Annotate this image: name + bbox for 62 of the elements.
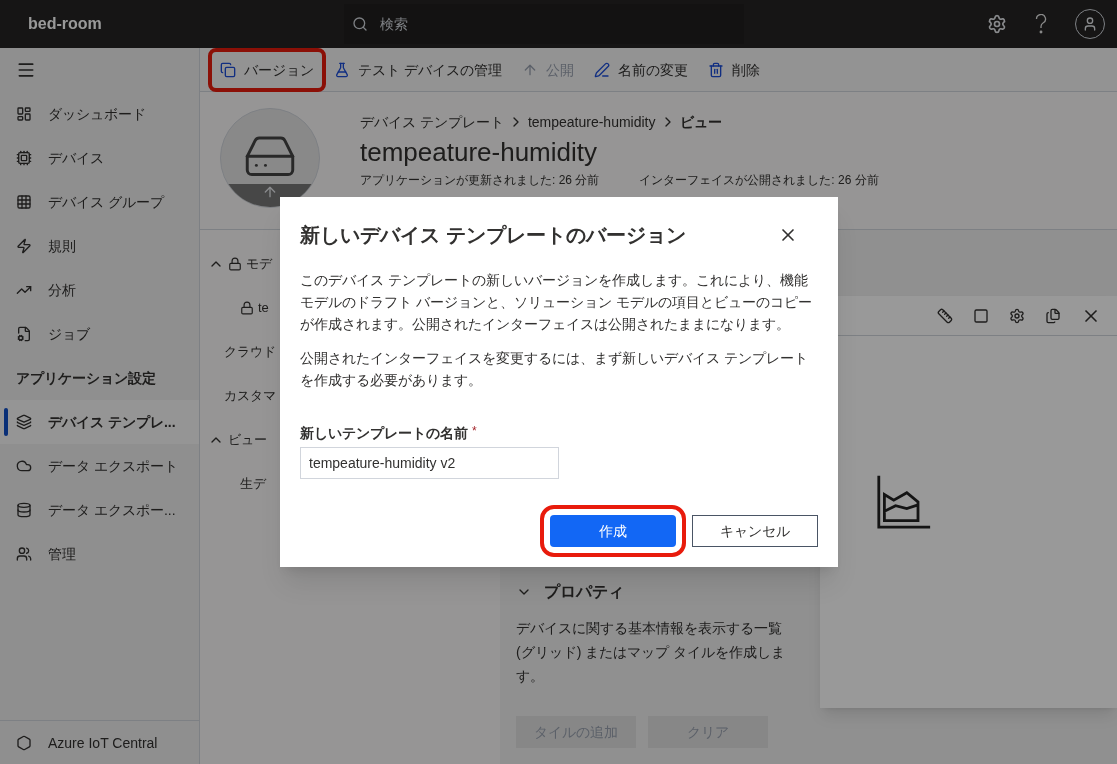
user-icon (1082, 16, 1098, 32)
toolbar-button[interactable]: テスト デバイスの管理 (326, 51, 510, 88)
nav-icon (16, 194, 32, 210)
nav-icon (16, 106, 32, 122)
nav-icon (16, 238, 32, 254)
search-icon (352, 16, 368, 32)
sidebar-item[interactable]: デバイス グループ (0, 180, 199, 224)
breadcrumb-item[interactable]: tempeature-humidity (527, 112, 656, 132)
sidebar-item[interactable]: ダッシュボード (0, 92, 199, 136)
search-field[interactable]: 検索 (376, 8, 736, 40)
field-label: 新しいテンプレートの名前 (300, 424, 468, 443)
ruler-icon[interactable] (937, 307, 953, 324)
meta-text: アプリケーションが更新されました: 26 分前 (360, 172, 600, 188)
nav-icon (16, 546, 32, 562)
sidebar-item[interactable]: 管理 (0, 532, 199, 576)
name-field[interactable]: tempeature-humidity v2 (300, 447, 559, 479)
app-name: bed-room (28, 14, 103, 34)
nav-icon (16, 326, 32, 342)
dialog-text: このデバイス テンプレートの新しいバージョンを作成します。これにより、機能モデルのドラフト バージョンと、ソリューション モデルの項目とビューのコピーが作成されます。公開されたインターフェイスは公開されたままになります。 (300, 271, 813, 334)
dialog-title: 新しいデバイス テンプレートのバージョン (300, 223, 686, 248)
hexagon-icon (16, 734, 32, 751)
required-mark: * (472, 423, 477, 439)
settings-icon[interactable] (1009, 307, 1025, 324)
sidebar-item[interactable]: 規則 (0, 224, 199, 268)
copy-icon[interactable] (1045, 307, 1061, 324)
sidebar-item[interactable]: 分析 (0, 268, 199, 312)
section-heading: プロパティ (544, 582, 624, 602)
sidebar-heading: アプリケーション設定 (15, 369, 157, 388)
cancel-button[interactable]: キャンセル (692, 515, 818, 547)
tree-item[interactable]: クラウド (224, 342, 276, 362)
dialog-text: 公開されたインターフェイスを変更するには、まず新しいデバイス テンプレートを作成する必要があります。 (300, 349, 809, 390)
area-chart-icon (876, 474, 932, 530)
trash-icon (707, 61, 724, 78)
toolbar-button[interactable]: 削除 (699, 51, 768, 88)
tree-item[interactable]: te (258, 298, 269, 318)
sidebar-footer[interactable]: Azure IoT Central (0, 720, 199, 764)
nav-icon (16, 150, 32, 166)
section-description: デバイスに関する基本情報を表示する一覧 (グリッド) またはマップ タイルを作成します。 (516, 619, 787, 686)
sidebar-item[interactable]: データ エクスポート (0, 444, 199, 488)
pen-icon (593, 61, 610, 78)
nav-icon (16, 414, 32, 430)
breadcrumb-item: ビュー (679, 113, 722, 132)
sidebar-item[interactable]: デバイス テンプレ... (0, 400, 199, 444)
nav-icon (16, 502, 32, 518)
tree-item[interactable]: カスタマ (224, 386, 276, 406)
menu-icon[interactable] (16, 60, 36, 80)
toolbar-button[interactable]: 名前の変更 (585, 51, 696, 88)
tree-item[interactable]: モデ (246, 254, 272, 274)
nav-icon (16, 458, 32, 474)
help-icon[interactable] (1035, 14, 1047, 34)
template-title: tempeature-humidity (360, 136, 598, 168)
sidebar-item[interactable]: ジョブ (0, 312, 199, 356)
square-icon[interactable] (973, 307, 989, 324)
flask-icon (334, 61, 350, 78)
sidebar-item[interactable]: データ エクスポー... (0, 488, 199, 532)
tree-item[interactable]: 生デ (240, 474, 266, 494)
sidebar-item[interactable]: デバイス (0, 136, 199, 180)
tree-item[interactable]: ビュー (228, 430, 267, 450)
breadcrumb-item[interactable]: デバイス テンプレート (360, 112, 504, 132)
meta-text: インターフェイスが公開されました: 26 分前 (639, 172, 879, 188)
toolbar-button[interactable]: バージョン (212, 51, 322, 88)
copy-icon (220, 61, 236, 78)
